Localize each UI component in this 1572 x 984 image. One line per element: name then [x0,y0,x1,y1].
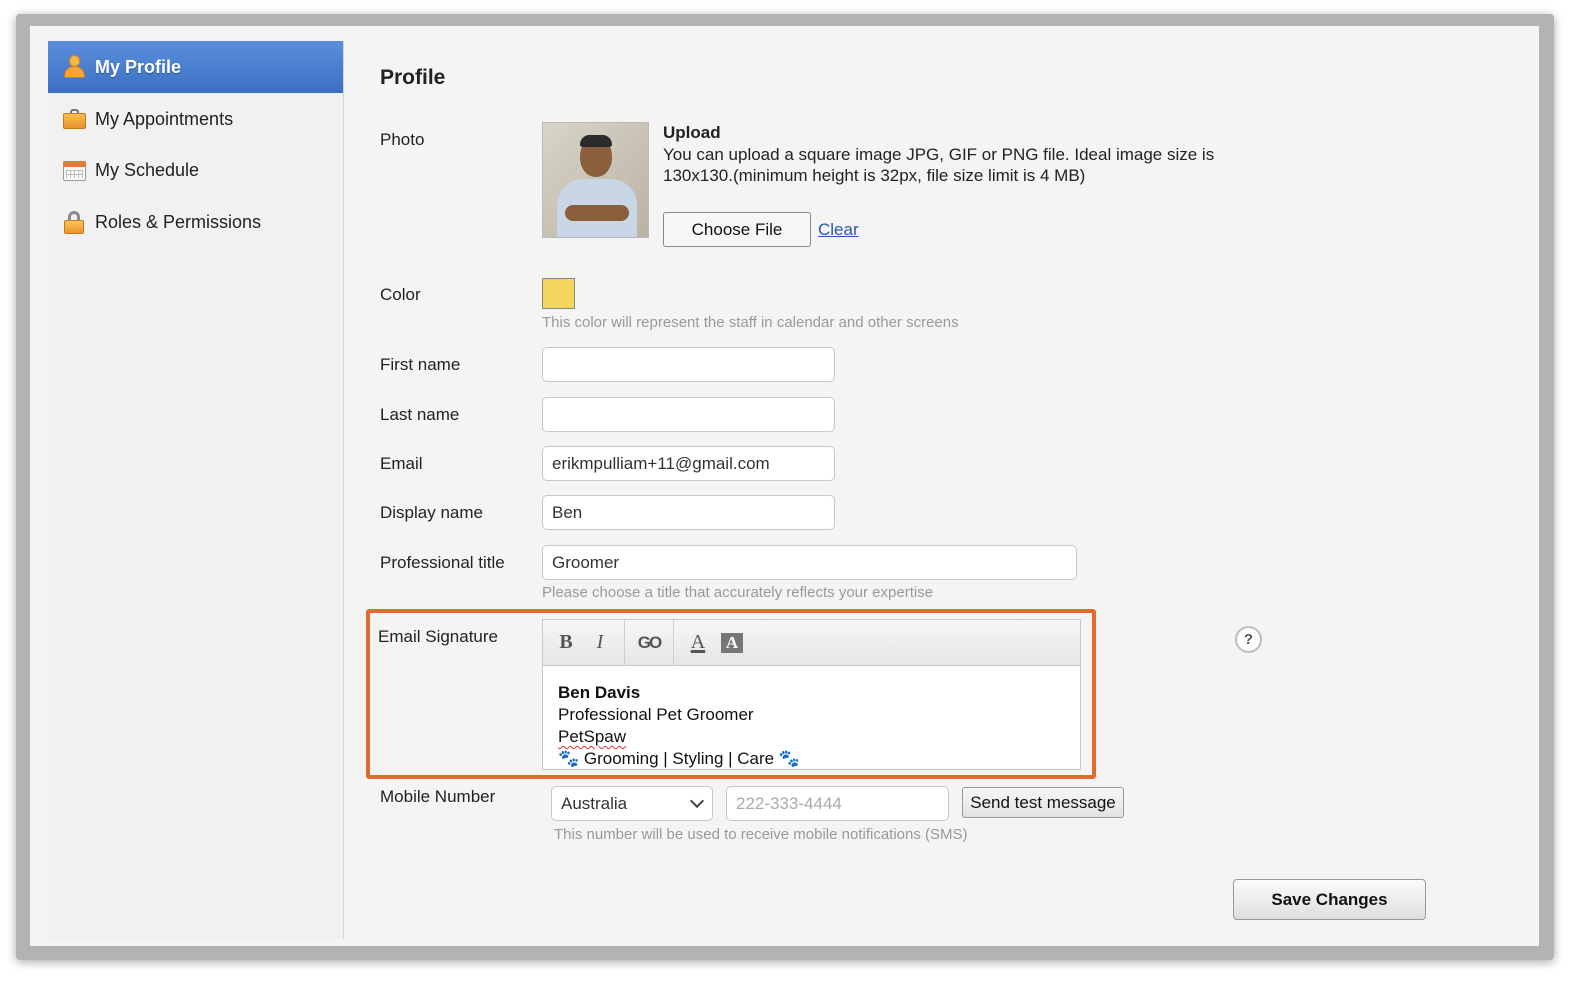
sidebar-item-my-profile[interactable]: My Profile [48,41,343,93]
send-test-message-button[interactable]: Send test message [962,787,1124,818]
save-changes-button[interactable]: Save Changes [1233,879,1426,920]
professional-title-label: Professional title [380,553,505,572]
color-swatch[interactable] [542,278,575,309]
sidebar-item-roles-permissions[interactable]: Roles & Permissions [48,196,343,248]
calendar-icon [62,157,86,183]
professional-title-hint: Please choose a title that accurately re… [542,584,934,601]
chevron-down-icon [689,793,705,809]
profile-photo [542,122,649,238]
bold-button[interactable]: B [549,626,583,660]
sidebar-item-my-schedule[interactable]: My Schedule [48,144,343,196]
page-title: Profile [380,66,446,89]
first-name-field[interactable] [542,347,835,382]
editor-toolbar: B I GO A A [543,620,1080,666]
mobile-hint: This number will be used to receive mobi… [554,826,968,843]
upload-title: Upload [663,123,721,142]
sidebar-item-my-appointments[interactable]: My Appointments [48,93,343,145]
display-name-label: Display name [380,503,483,522]
toolbar-divider [624,620,625,666]
country-select-value: Australia [561,793,628,813]
link-icon: GO [637,632,662,652]
last-name-field[interactable] [542,397,835,432]
first-name-label: First name [380,355,461,374]
link-button[interactable]: GO [632,626,666,660]
user-icon [62,54,86,80]
color-label: Color [380,285,421,304]
sidebar-item-label: My Schedule [95,159,200,180]
signature-editor[interactable]: B I GO A A Ben Davis Professional Pet Gr… [542,619,1081,770]
country-select[interactable]: Australia [551,786,713,821]
clear-photo-link[interactable]: Clear [818,220,859,240]
signature-name: Ben Davis [558,683,641,702]
professional-title-field[interactable] [542,545,1077,580]
sidebar: My Profile My Appointments My Schedule R… [48,41,344,939]
mobile-number-field[interactable] [726,786,949,821]
photo-label: Photo [380,130,425,149]
signature-company: PetSpaw [558,727,627,746]
font-color-button[interactable]: A [681,626,715,660]
help-icon[interactable]: ? [1235,626,1262,653]
toolbar-divider [673,620,674,666]
lock-icon [62,209,86,235]
sidebar-item-label: Roles & Permissions [95,211,262,232]
email-signature-label: Email Signature [378,627,499,646]
sidebar-item-label: My Profile [95,56,182,77]
sidebar-item-label: My Appointments [95,108,234,129]
upload-description: You can upload a square image JPG, GIF o… [663,145,1215,185]
choose-file-button[interactable]: Choose File [663,212,811,247]
briefcase-icon [62,106,86,132]
signature-title: Professional Pet Groomer [558,705,754,724]
last-name-label: Last name [380,405,460,424]
email-label: Email [380,454,423,473]
signature-content[interactable]: Ben Davis Professional Pet Groomer PetSp… [543,666,1080,769]
color-hint: This color will represent the staff in c… [542,314,959,331]
email-field[interactable] [542,446,835,481]
background-color-icon: A [721,632,743,653]
mobile-number-label: Mobile Number [380,787,496,806]
display-name-field[interactable] [542,495,835,530]
italic-button[interactable]: I [583,626,617,660]
signature-tagline: 🐾 Grooming | Styling | Care 🐾 [558,749,801,768]
background-color-button[interactable]: A [715,626,749,660]
